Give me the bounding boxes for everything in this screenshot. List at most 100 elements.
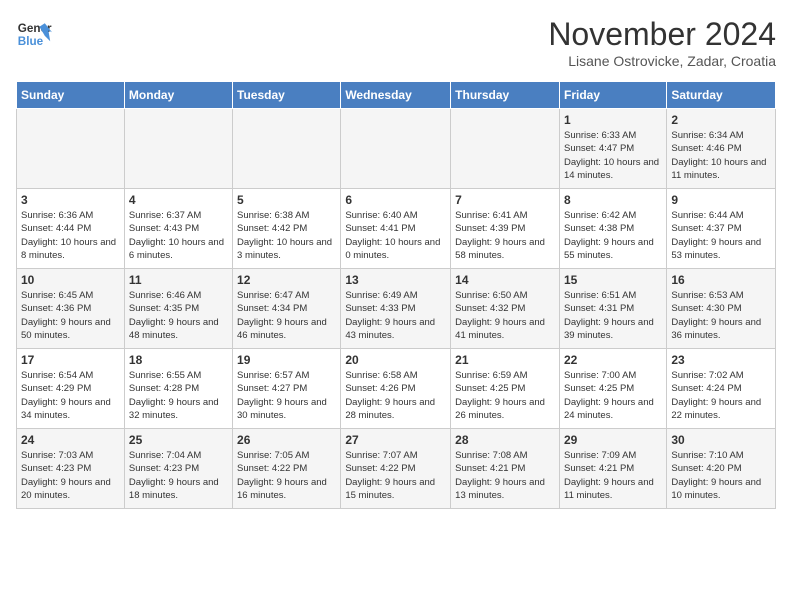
day-info: Sunrise: 6:33 AM Sunset: 4:47 PM Dayligh… bbox=[564, 129, 662, 182]
day-number: 2 bbox=[671, 113, 771, 127]
day-number: 29 bbox=[564, 433, 662, 447]
calendar-week-row: 10 Sunrise: 6:45 AM Sunset: 4:36 PM Dayli… bbox=[17, 269, 776, 349]
day-info: Sunrise: 6:46 AM Sunset: 4:35 PM Dayligh… bbox=[129, 289, 228, 342]
calendar-cell: 2 Sunrise: 6:34 AM Sunset: 4:46 PM Daylig… bbox=[667, 109, 776, 189]
logo-icon: General Blue bbox=[16, 16, 52, 52]
day-info: Sunrise: 7:03 AM Sunset: 4:23 PM Dayligh… bbox=[21, 449, 120, 502]
calendar-cell bbox=[17, 109, 125, 189]
calendar-cell: 7 Sunrise: 6:41 AM Sunset: 4:39 PM Daylig… bbox=[451, 189, 560, 269]
day-info: Sunrise: 6:42 AM Sunset: 4:38 PM Dayligh… bbox=[564, 209, 662, 262]
calendar-week-row: 3 Sunrise: 6:36 AM Sunset: 4:44 PM Daylig… bbox=[17, 189, 776, 269]
day-number: 8 bbox=[564, 193, 662, 207]
calendar-cell: 9 Sunrise: 6:44 AM Sunset: 4:37 PM Daylig… bbox=[667, 189, 776, 269]
calendar-cell: 18Sunrise: 6:55 AM Sunset: 4:28 PM Dayli… bbox=[124, 349, 232, 429]
weekday-header-sunday: Sunday bbox=[17, 82, 125, 109]
day-number: 9 bbox=[671, 193, 771, 207]
calendar-cell: 3 Sunrise: 6:36 AM Sunset: 4:44 PM Daylig… bbox=[17, 189, 125, 269]
day-info: Sunrise: 6:34 AM Sunset: 4:46 PM Dayligh… bbox=[671, 129, 771, 182]
day-info: Sunrise: 6:53 AM Sunset: 4:30 PM Dayligh… bbox=[671, 289, 771, 342]
day-info: Sunrise: 6:59 AM Sunset: 4:25 PM Dayligh… bbox=[455, 369, 555, 422]
calendar-cell: 23Sunrise: 7:02 AM Sunset: 4:24 PM Dayli… bbox=[667, 349, 776, 429]
day-number: 24 bbox=[21, 433, 120, 447]
calendar-cell: 16 Sunrise: 6:53 AM Sunset: 4:30 PM Dayli… bbox=[667, 269, 776, 349]
calendar-cell: 15Sunrise: 6:51 AM Sunset: 4:31 PM Dayli… bbox=[559, 269, 666, 349]
day-number: 11 bbox=[129, 273, 228, 287]
day-info: Sunrise: 6:45 AM Sunset: 4:36 PM Dayligh… bbox=[21, 289, 120, 342]
calendar-cell: 22 Sunrise: 7:00 AM Sunset: 4:25 PM Dayli… bbox=[559, 349, 666, 429]
calendar-cell: 5 Sunrise: 6:38 AM Sunset: 4:42 PM Daylig… bbox=[233, 189, 341, 269]
day-info: Sunrise: 6:47 AM Sunset: 4:34 PM Dayligh… bbox=[237, 289, 336, 342]
day-info: Sunrise: 7:02 AM Sunset: 4:24 PM Dayligh… bbox=[671, 369, 771, 422]
weekday-header-saturday: Saturday bbox=[667, 82, 776, 109]
calendar-cell: 26Sunrise: 7:05 AM Sunset: 4:22 PM Dayli… bbox=[233, 429, 341, 509]
day-info: Sunrise: 7:09 AM Sunset: 4:21 PM Dayligh… bbox=[564, 449, 662, 502]
day-number: 4 bbox=[129, 193, 228, 207]
day-number: 6 bbox=[345, 193, 446, 207]
calendar-cell: 6 Sunrise: 6:40 AM Sunset: 4:41 PM Daylig… bbox=[341, 189, 451, 269]
calendar-cell: 4 Sunrise: 6:37 AM Sunset: 4:43 PM Daylig… bbox=[124, 189, 232, 269]
day-info: Sunrise: 7:04 AM Sunset: 4:23 PM Dayligh… bbox=[129, 449, 228, 502]
day-number: 26 bbox=[237, 433, 336, 447]
day-info: Sunrise: 6:38 AM Sunset: 4:42 PM Dayligh… bbox=[237, 209, 336, 262]
day-number: 13 bbox=[345, 273, 446, 287]
day-number: 25 bbox=[129, 433, 228, 447]
day-number: 18 bbox=[129, 353, 228, 367]
weekday-header-wednesday: Wednesday bbox=[341, 82, 451, 109]
calendar-cell: 11 Sunrise: 6:46 AM Sunset: 4:35 PM Dayli… bbox=[124, 269, 232, 349]
day-number: 22 bbox=[564, 353, 662, 367]
day-number: 5 bbox=[237, 193, 336, 207]
calendar-cell bbox=[451, 109, 560, 189]
day-info: Sunrise: 6:44 AM Sunset: 4:37 PM Dayligh… bbox=[671, 209, 771, 262]
weekday-header-thursday: Thursday bbox=[451, 82, 560, 109]
calendar-cell: 17Sunrise: 6:54 AM Sunset: 4:29 PM Dayli… bbox=[17, 349, 125, 429]
weekday-header-monday: Monday bbox=[124, 82, 232, 109]
day-number: 28 bbox=[455, 433, 555, 447]
weekday-header-friday: Friday bbox=[559, 82, 666, 109]
day-number: 30 bbox=[671, 433, 771, 447]
calendar-cell: 13 Sunrise: 6:49 AM Sunset: 4:33 PM Dayli… bbox=[341, 269, 451, 349]
month-title: November 2024 bbox=[548, 16, 776, 53]
day-info: Sunrise: 7:08 AM Sunset: 4:21 PM Dayligh… bbox=[455, 449, 555, 502]
day-number: 27 bbox=[345, 433, 446, 447]
day-number: 14 bbox=[455, 273, 555, 287]
day-info: Sunrise: 6:54 AM Sunset: 4:29 PM Dayligh… bbox=[21, 369, 120, 422]
day-number: 7 bbox=[455, 193, 555, 207]
calendar-cell bbox=[124, 109, 232, 189]
calendar-cell: 24 Sunrise: 7:03 AM Sunset: 4:23 PM Dayli… bbox=[17, 429, 125, 509]
calendar-cell: 29 Sunrise: 7:09 AM Sunset: 4:21 PM Dayli… bbox=[559, 429, 666, 509]
day-info: Sunrise: 6:37 AM Sunset: 4:43 PM Dayligh… bbox=[129, 209, 228, 262]
logo: General Blue bbox=[16, 16, 52, 52]
day-number: 15 bbox=[564, 273, 662, 287]
day-info: Sunrise: 7:10 AM Sunset: 4:20 PM Dayligh… bbox=[671, 449, 771, 502]
day-number: 10 bbox=[21, 273, 120, 287]
day-number: 20 bbox=[345, 353, 446, 367]
calendar-cell bbox=[233, 109, 341, 189]
day-info: Sunrise: 7:07 AM Sunset: 4:22 PM Dayligh… bbox=[345, 449, 446, 502]
calendar-table: SundayMondayTuesdayWednesdayThursdayFrid… bbox=[16, 81, 776, 509]
day-info: Sunrise: 6:57 AM Sunset: 4:27 PM Dayligh… bbox=[237, 369, 336, 422]
calendar-cell: 25 Sunrise: 7:04 AM Sunset: 4:23 PM Dayli… bbox=[124, 429, 232, 509]
calendar-cell: 27 Sunrise: 7:07 AM Sunset: 4:22 PM Dayli… bbox=[341, 429, 451, 509]
day-info: Sunrise: 6:36 AM Sunset: 4:44 PM Dayligh… bbox=[21, 209, 120, 262]
day-info: Sunrise: 6:41 AM Sunset: 4:39 PM Dayligh… bbox=[455, 209, 555, 262]
calendar-week-row: 1 Sunrise: 6:33 AM Sunset: 4:47 PM Daylig… bbox=[17, 109, 776, 189]
calendar-week-row: 17Sunrise: 6:54 AM Sunset: 4:29 PM Dayli… bbox=[17, 349, 776, 429]
day-number: 21 bbox=[455, 353, 555, 367]
day-info: Sunrise: 6:49 AM Sunset: 4:33 PM Dayligh… bbox=[345, 289, 446, 342]
day-info: Sunrise: 6:58 AM Sunset: 4:26 PM Dayligh… bbox=[345, 369, 446, 422]
calendar-cell: 12Sunrise: 6:47 AM Sunset: 4:34 PM Dayli… bbox=[233, 269, 341, 349]
day-info: Sunrise: 7:00 AM Sunset: 4:25 PM Dayligh… bbox=[564, 369, 662, 422]
calendar-cell: 19Sunrise: 6:57 AM Sunset: 4:27 PM Dayli… bbox=[233, 349, 341, 429]
header: General Blue November 2024 Lisane Ostrov… bbox=[16, 16, 776, 69]
calendar-cell: 20 Sunrise: 6:58 AM Sunset: 4:26 PM Dayli… bbox=[341, 349, 451, 429]
calendar-week-row: 24 Sunrise: 7:03 AM Sunset: 4:23 PM Dayli… bbox=[17, 429, 776, 509]
calendar-cell: 10 Sunrise: 6:45 AM Sunset: 4:36 PM Dayli… bbox=[17, 269, 125, 349]
calendar-cell: 14Sunrise: 6:50 AM Sunset: 4:32 PM Dayli… bbox=[451, 269, 560, 349]
weekday-header-tuesday: Tuesday bbox=[233, 82, 341, 109]
svg-text:Blue: Blue bbox=[18, 35, 44, 48]
calendar-cell: 21 Sunrise: 6:59 AM Sunset: 4:25 PM Dayli… bbox=[451, 349, 560, 429]
day-number: 16 bbox=[671, 273, 771, 287]
day-info: Sunrise: 6:40 AM Sunset: 4:41 PM Dayligh… bbox=[345, 209, 446, 262]
day-number: 1 bbox=[564, 113, 662, 127]
day-number: 3 bbox=[21, 193, 120, 207]
